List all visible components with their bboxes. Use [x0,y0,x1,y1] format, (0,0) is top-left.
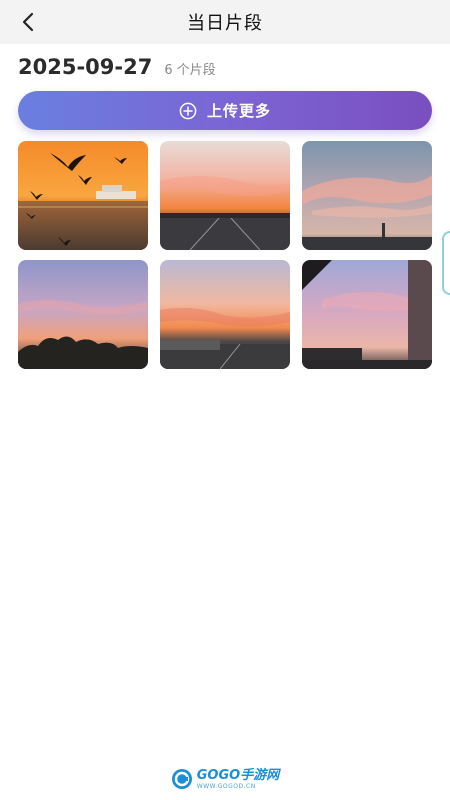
top-bar: 当日片段 [0,0,450,44]
clip-thumbnail[interactable] [18,260,148,369]
clip-thumbnail[interactable] [302,260,432,369]
watermark: GOGO手游网 WWW.GOGOD.CN [0,768,450,790]
highway-sunset-image [160,141,290,250]
seagulls-sunset-image [18,141,148,250]
clip-thumbnail[interactable] [160,260,290,369]
gogo-logo-icon [171,769,192,789]
plus-circle-icon [179,102,197,119]
pink-clouds-image [302,141,432,250]
watermark-text: GOGO手游网 WWW.GOGOD.CN [196,767,280,790]
page-title: 当日片段 [187,13,263,34]
clip-thumbnail[interactable] [18,141,148,250]
clip-thumbnail[interactable] [302,141,432,250]
clip-count: 6 个片段 [164,63,216,78]
side-drawer-handle[interactable] [442,231,450,295]
upload-more-button[interactable]: 上传更多 [18,91,432,130]
date-label: 2025-09-27 [18,55,153,79]
date-summary: 2025-09-27 6 个片段 [18,55,216,79]
building-sunset-image [302,260,432,369]
upload-more-label: 上传更多 [206,102,271,120]
watermark-url: WWW.GOGOD.CN [196,782,256,790]
road-sunset-image [160,260,290,369]
watermark-brand: GOGO手游网 [196,767,280,783]
clip-thumbnail[interactable] [160,141,290,250]
trees-sunset-image [18,260,148,369]
